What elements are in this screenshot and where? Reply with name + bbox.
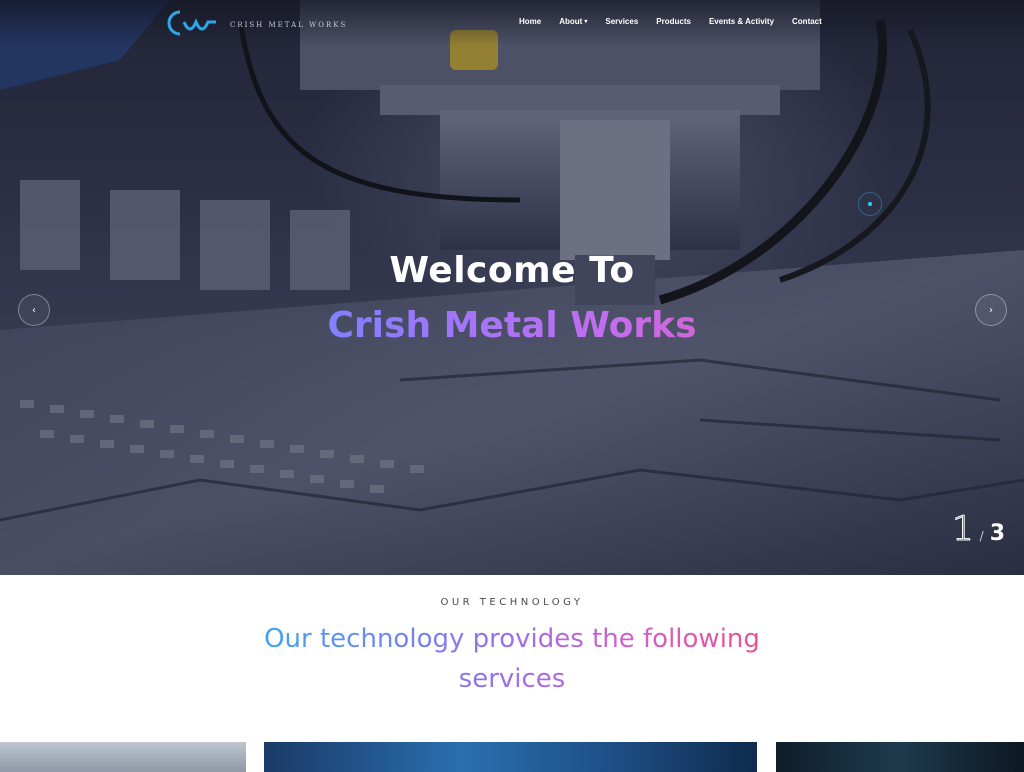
chevron-left-icon: ‹ [32, 304, 36, 316]
hero-slider: CRISH METAL WORKS Home About ▾ Services … [0, 0, 1024, 575]
brand-name: CRISH METAL WORKS [230, 21, 348, 29]
hero-subtitle: Crish Metal Works [0, 305, 1024, 346]
slide-counter: 1 / 3 [952, 509, 1005, 549]
main-nav: Home About ▾ Services Products Events & … [510, 17, 831, 26]
nav-contact[interactable]: Contact [783, 17, 831, 26]
slide-indicator-dot[interactable] [858, 192, 882, 216]
hero-title: Welcome To [389, 250, 635, 291]
chevron-right-icon: › [989, 304, 993, 316]
site-header: CRISH METAL WORKS Home About ▾ Services … [0, 0, 1024, 46]
section-heading: Our technology provides the following se… [212, 619, 812, 699]
nav-products[interactable]: Products [647, 17, 700, 26]
nav-services[interactable]: Services [596, 17, 647, 26]
slide-counter-current: 1 [952, 509, 975, 549]
nav-about[interactable]: About ▾ [550, 17, 596, 26]
caret-down-icon: ▾ [584, 19, 588, 25]
nav-events[interactable]: Events & Activity [700, 17, 783, 26]
nav-about-label: About [559, 17, 583, 26]
technology-section: OUR TECHNOLOGY Our technology provides t… [0, 575, 1024, 772]
slide-counter-total: 3 [989, 521, 1005, 546]
nav-home[interactable]: Home [510, 17, 550, 26]
cmw-logo-icon [167, 10, 216, 36]
slider-prev-button[interactable]: ‹ [18, 294, 50, 326]
section-eyebrow: OUR TECHNOLOGY [440, 597, 584, 608]
slide-counter-separator: / [979, 529, 984, 543]
brand[interactable]: CRISH METAL WORKS [164, 8, 347, 38]
slider-next-button[interactable]: › [975, 294, 1007, 326]
